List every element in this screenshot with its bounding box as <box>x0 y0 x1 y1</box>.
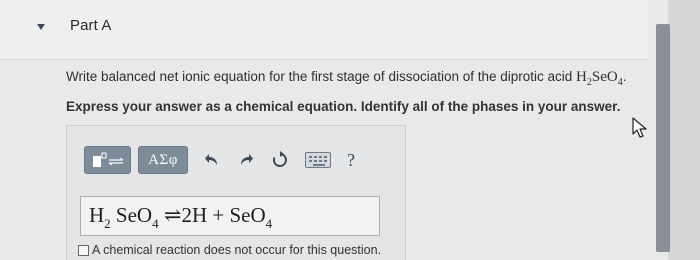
equation-input[interactable]: H2 SeO4 ⇌2H + SeO4 <box>80 196 380 236</box>
reset-icon <box>272 151 287 167</box>
reactant-h: H <box>89 203 105 227</box>
redo-icon <box>241 154 253 165</box>
question-prefix: Write balanced net ionic equation for th… <box>66 69 577 84</box>
plus-sign: + <box>212 203 225 227</box>
scrollbar-track[interactable] <box>668 0 700 260</box>
mouse-pointer-icon <box>632 117 647 138</box>
reactant-seo: SeO <box>115 203 153 227</box>
product-h: 2H <box>181 203 208 227</box>
acid-formula: H2SeO4 <box>576 69 623 88</box>
reactant-h-subscript: 2 <box>104 216 111 231</box>
no-reaction-checkbox[interactable] <box>78 244 89 256</box>
help-button[interactable]: ? <box>339 146 363 174</box>
product-seo: SeO <box>229 203 266 227</box>
equation-toolbar: ΑΣφ ? <box>84 145 363 175</box>
scrollbar-thumb[interactable] <box>656 24 670 252</box>
symbols-button[interactable]: ΑΣφ <box>138 146 188 174</box>
reset-button[interactable] <box>263 146 297 174</box>
reactant-seo-subscript: 4 <box>152 216 159 231</box>
templates-button[interactable] <box>84 146 131 174</box>
part-header[interactable]: Part A <box>0 0 648 60</box>
answer-instruction: Express your answer as a chemical equati… <box>66 99 621 114</box>
undo-icon <box>205 154 217 165</box>
keyboard-icon[interactable] <box>305 152 331 168</box>
question-suffix: . <box>622 69 627 84</box>
part-title: Part A <box>70 17 112 34</box>
templates-icon <box>92 152 123 167</box>
no-reaction-label: A chemical reaction does not occur for t… <box>92 243 382 257</box>
product-seo-subscript: 4 <box>265 216 273 231</box>
question-text: Write balanced net ionic equation for th… <box>66 68 646 92</box>
no-reaction-option[interactable]: A chemical reaction does not occur for t… <box>78 243 381 257</box>
collapse-caret-icon[interactable] <box>37 24 45 30</box>
undo-button[interactable] <box>195 146 229 174</box>
redo-button[interactable] <box>229 146 263 174</box>
equilibrium-arrow: ⇌ <box>163 203 182 227</box>
